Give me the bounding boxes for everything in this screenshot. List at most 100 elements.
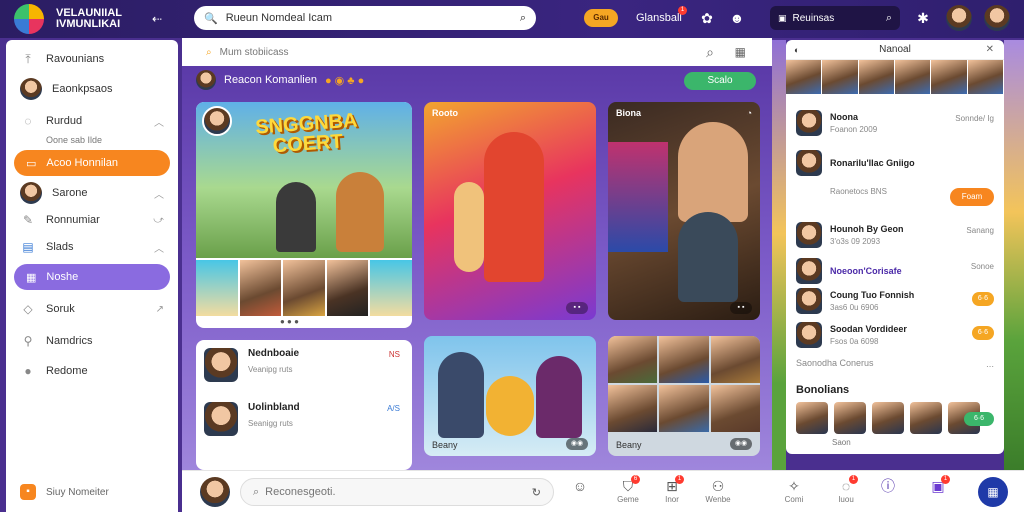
search-input[interactable]: Rueun Nomdeal Icam (226, 12, 520, 24)
sidebar-item-9[interactable]: ⚲ Namdrics (6, 326, 178, 356)
arrow-icon[interactable]: ↗ (156, 304, 164, 315)
contact-avatar[interactable] (796, 288, 822, 314)
pagination-dots[interactable]: ● ● ● (280, 317, 299, 326)
video-card-bottom-1[interactable]: Beany ◉◉ (424, 336, 596, 456)
playback-controls[interactable]: ▪ ▪ (730, 302, 752, 314)
thumbnail[interactable] (796, 402, 828, 434)
nav-item-0[interactable]: ⛉ Geme 6 (610, 475, 646, 504)
arcade-video-card[interactable]: Biona ▪ ▪ ◔ (608, 102, 760, 320)
nav-item-6[interactable]: ▣ 1 (920, 475, 956, 495)
video-card-bottom-2[interactable]: Beany ◉◉ (608, 336, 760, 456)
strip-avatar[interactable] (822, 60, 859, 94)
coin-button[interactable]: Gau (584, 9, 618, 27)
chat-avatar[interactable] (204, 348, 238, 382)
emoji-icon[interactable]: ☻ (728, 9, 746, 27)
app-logo[interactable] (14, 4, 44, 34)
magnifier-icon[interactable]: ⌕ (886, 12, 892, 25)
contact-avatar[interactable] (796, 150, 822, 176)
follow-button[interactable]: Foam (950, 188, 994, 206)
more-icon[interactable]: ◔ (747, 108, 752, 118)
chevron-up-icon[interactable]: ︿ (154, 240, 164, 255)
chat-item[interactable]: Nednboaie Veanipg ruts NS (204, 348, 404, 382)
nav-item-4[interactable]: ◌ Iuou 1 (828, 475, 864, 504)
thumbnail[interactable] (910, 402, 942, 434)
participant-tile[interactable] (710, 336, 760, 383)
more-icon[interactable]: ⋯ (986, 362, 994, 371)
thumbnail[interactable] (834, 402, 866, 434)
contact-row[interactable]: Ronarilu'llac Gniigo (796, 150, 994, 176)
host-avatar[interactable] (202, 106, 232, 136)
contact-row[interactable]: Hounoh By Geon 3'o3s 09 2093 Sanang (796, 222, 994, 248)
contact-avatar[interactable] (796, 222, 822, 248)
strip-avatar[interactable] (894, 60, 932, 94)
nav-item-1[interactable]: ⊞ Inor 1 (654, 475, 690, 504)
contact-avatar[interactable] (796, 110, 822, 136)
chevron-up-icon[interactable]: ︿ (154, 114, 164, 129)
participant-tile[interactable] (659, 336, 709, 383)
sidebar-item-0[interactable]: ⤒ Ravounians (6, 44, 178, 74)
sidebar-item-6[interactable]: ▤ Slads ︿ (6, 232, 178, 262)
participant-tile[interactable] (608, 385, 658, 432)
contact-row[interactable]: Noona Foanon 2009 Sonnde/ Ig (796, 110, 994, 136)
chevron-up-icon[interactable]: ︿ (154, 186, 164, 201)
sidebar-item-1[interactable]: Eaonkpsaos (6, 74, 178, 104)
participant-tile[interactable] (710, 385, 760, 432)
contact-avatar[interactable] (796, 322, 822, 348)
nav-item-2[interactable]: ⚇ Wenbe (700, 477, 736, 504)
participant-tile[interactable] (370, 260, 412, 316)
strip-avatar[interactable] (786, 60, 823, 94)
settings-icon[interactable]: ✱ (914, 9, 932, 27)
search-submit-icon[interactable]: ⌕ (520, 12, 526, 25)
refresh-icon[interactable]: ↻ (532, 486, 541, 499)
channel-avatar[interactable] (196, 70, 216, 90)
calendar-icon[interactable]: ▦ (735, 45, 746, 59)
nav-item-5[interactable]: ⓘ (870, 477, 906, 495)
contact-row[interactable]: Noeoon'Corisafe Sonoe (796, 258, 994, 284)
user-label[interactable]: Glansball (636, 12, 682, 24)
dance-video-card[interactable]: Rooto ▪ ▪ (424, 102, 596, 320)
sidebar-item-3[interactable]: ▭ Acoo Honnilan (14, 150, 170, 176)
close-icon[interactable]: ✕ (986, 44, 994, 55)
chat-avatar[interactable] (204, 402, 238, 436)
chat-input-box[interactable]: ⌕ ↻ (240, 478, 554, 506)
thumbnail[interactable] (872, 402, 904, 434)
show-more-row[interactable]: Saonodha Conerus ⋯ (796, 358, 994, 371)
participant-tile[interactable] (659, 385, 709, 432)
share-icon[interactable]: ⤻ (153, 215, 164, 226)
gift-icon[interactable]: ✿ (698, 9, 716, 27)
search-bar[interactable]: 🔍 Rueun Nomdeal Icam ⌕ (194, 6, 536, 30)
hero-video-card[interactable]: SNGGNBA COERT ● ● ● (196, 102, 412, 328)
sidebar-item-4[interactable]: Sarone ︿ (6, 178, 178, 208)
sidebar-item-8[interactable]: ◇ Soruk ↗ (6, 294, 178, 324)
playback-controls[interactable]: ◉◉ (566, 438, 588, 450)
profile-avatar[interactable] (984, 5, 1010, 31)
sidebar-item-7[interactable]: ▦ Noshe (14, 264, 170, 290)
app-grid-button[interactable]: ▦ (978, 477, 1008, 507)
sidebar-item-2[interactable]: ◌ Rurdud ︿ (6, 110, 178, 132)
participant-tile[interactable] (608, 336, 658, 383)
collapse-icon[interactable]: ⇠ (152, 12, 162, 26)
nav-item-3[interactable]: ✧ Comi (776, 477, 812, 504)
magnifier-icon[interactable]: ⌕ (706, 44, 714, 61)
channel-name[interactable]: Reacon Komanlien (224, 74, 317, 86)
contact-row[interactable]: Soodan Vordideer Fsos 0a 6098 6·6 (796, 322, 994, 348)
contact-avatar[interactable] (796, 258, 822, 284)
user-avatar[interactable] (946, 5, 972, 31)
playback-controls[interactable]: ◉◉ (730, 438, 752, 450)
sidebar-item-5[interactable]: ✎ Ronnumiar ⤻ (6, 208, 178, 232)
playback-controls[interactable]: ▪ ▪ (566, 302, 588, 314)
sidebar-item-10[interactable]: ● Redome (6, 356, 178, 386)
secondary-search[interactable]: ▣ Reuinsas ⌕ (770, 6, 900, 30)
sidebar-footer[interactable]: ▪ Siuy Nomeiter (20, 484, 109, 500)
contact-row[interactable]: Coung Tuo Fonnish 3as6 0u 6906 6·6 (796, 288, 994, 314)
chat-item[interactable]: Uolinbland Seanigg ruts A/S (204, 402, 404, 436)
bottom-avatar[interactable] (200, 477, 230, 507)
strip-avatar[interactable] (931, 60, 968, 94)
participant-tile[interactable] (239, 260, 282, 316)
participant-tile[interactable] (326, 260, 369, 316)
emoji-button[interactable]: ☺ (562, 477, 598, 495)
participant-tile[interactable] (283, 260, 325, 316)
live-button[interactable]: Scalo (684, 72, 756, 90)
chat-input[interactable] (265, 486, 532, 498)
strip-avatar[interactable] (967, 60, 1004, 94)
